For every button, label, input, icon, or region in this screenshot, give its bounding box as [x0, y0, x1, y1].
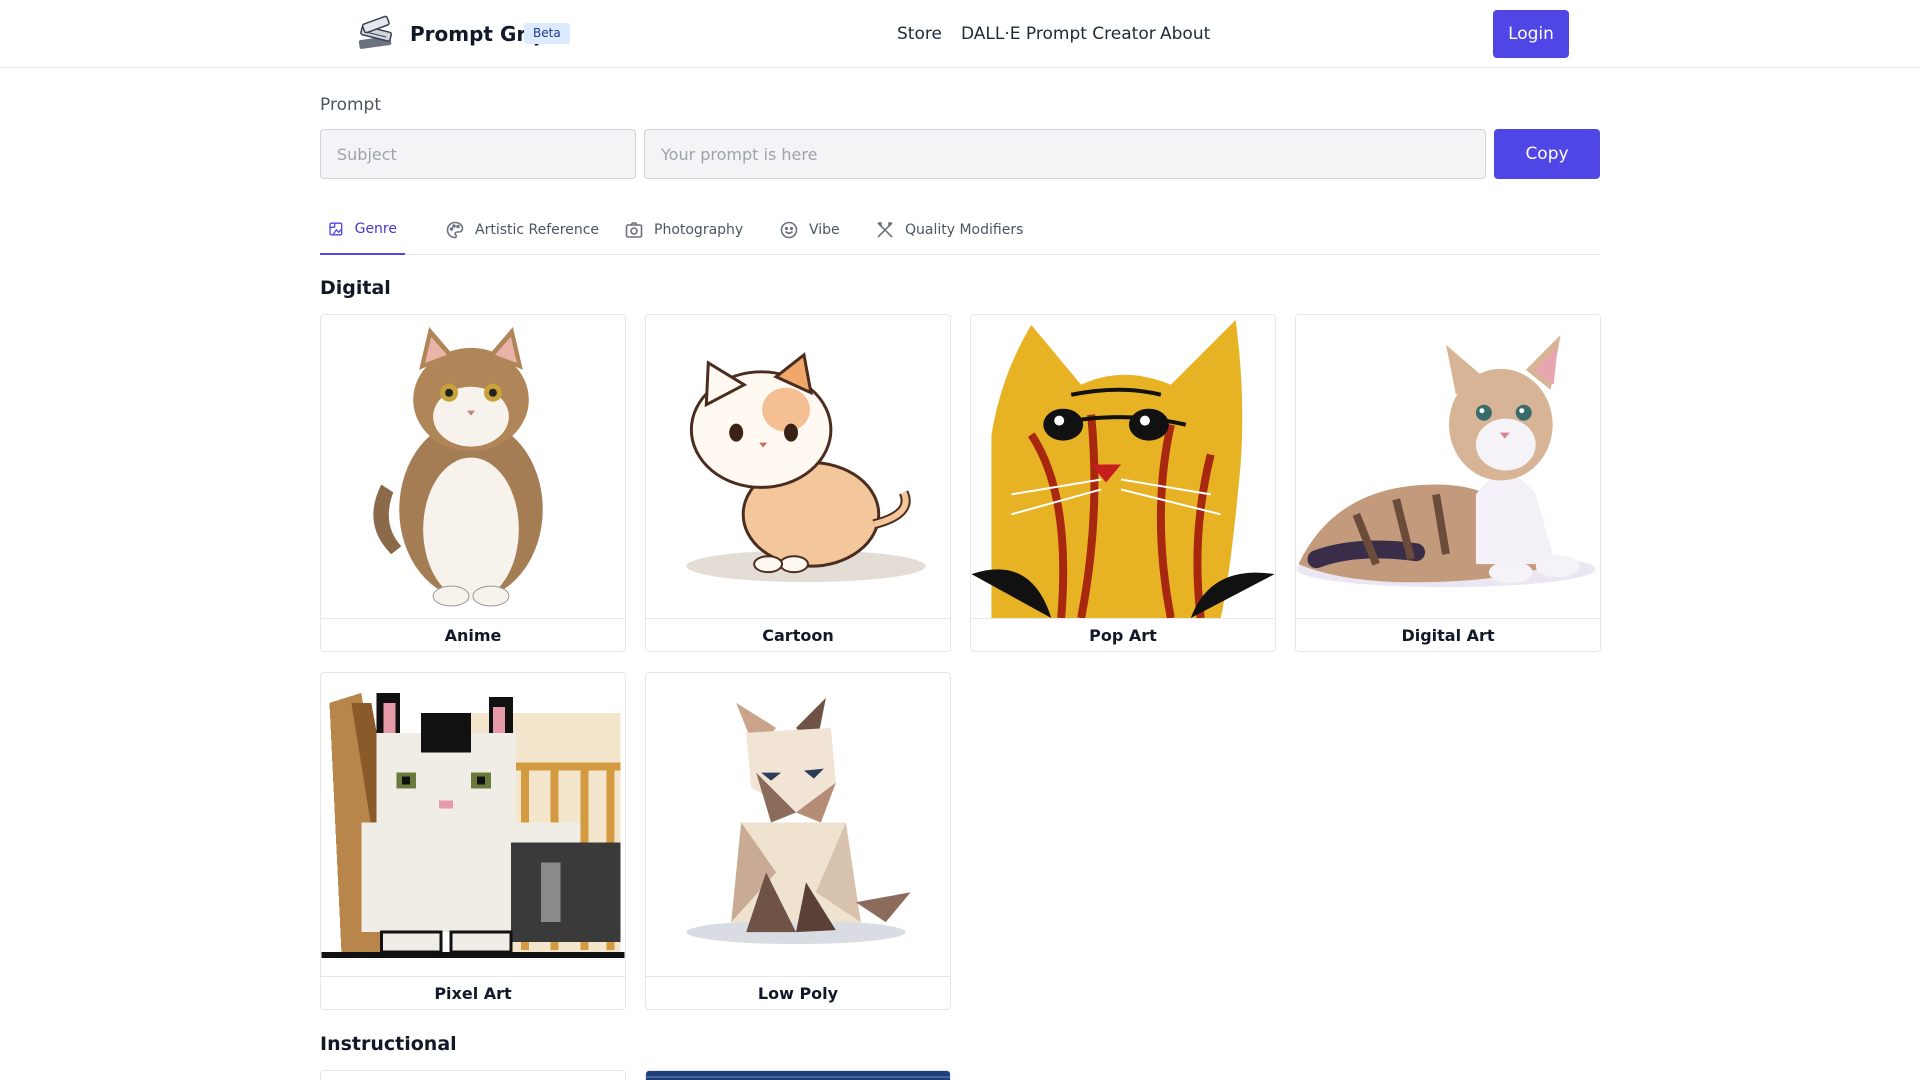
nav-link-dalle-prompt-creator[interactable]: DALL·E Prompt Creator — [961, 20, 1156, 48]
tools-icon — [877, 222, 893, 238]
tab-vibe[interactable]: Vibe — [771, 205, 848, 255]
tab-vibe-label: Vibe — [809, 222, 840, 238]
tab-quality-modifiers-label: Quality Modifiers — [905, 222, 1024, 238]
prompt-label: Prompt — [320, 95, 381, 115]
digital-art-cat-image — [1296, 315, 1600, 619]
genre-icon — [329, 222, 343, 236]
nav-link-about[interactable]: About — [1160, 20, 1210, 48]
prompt-output-input[interactable] — [644, 129, 1486, 179]
tab-artistic-reference-label: Artistic Reference — [475, 222, 600, 238]
pop-art-cat-image — [971, 315, 1275, 619]
style-card-pixel-art[interactable]: Pixel Art — [320, 672, 626, 1010]
style-card-pop-art[interactable]: Pop Art — [970, 314, 1276, 652]
style-card-label: Cartoon — [762, 626, 834, 645]
beta-badge: Beta — [524, 23, 570, 44]
section-title-instructional: Instructional — [320, 1033, 457, 1055]
blueprint-image — [646, 1071, 950, 1080]
style-card-low-poly[interactable]: Low Poly — [645, 672, 951, 1010]
book-stack-logo-icon[interactable] — [354, 14, 398, 54]
top-navbar: Prompt Grip Beta Store DALL·E Prompt Cre… — [0, 0, 1920, 68]
tab-photography[interactable]: Photography — [616, 205, 751, 255]
style-card-label: Anime — [444, 626, 502, 645]
smile-icon — [780, 221, 798, 239]
camera-icon — [625, 222, 643, 238]
palette-icon — [446, 221, 464, 239]
login-button[interactable]: Login — [1493, 10, 1569, 58]
category-tabs: Genre Artistic Reference Photography Vib… — [320, 205, 1600, 255]
anime-cat-image — [321, 315, 625, 619]
style-card-partial[interactable] — [320, 1070, 626, 1080]
style-card-label: Digital Art — [1401, 626, 1495, 645]
low-poly-cat-image — [646, 673, 950, 977]
style-card-label: Low Poly — [757, 984, 839, 1003]
tab-quality-modifiers[interactable]: Quality Modifiers — [867, 205, 1031, 255]
style-card-cartoon[interactable]: Cartoon — [645, 314, 951, 652]
pixel-art-cat-image — [321, 673, 625, 977]
tab-artistic-reference[interactable]: Artistic Reference — [437, 205, 607, 255]
style-card-anime[interactable]: Anime — [320, 314, 626, 652]
style-card-label: Pixel Art — [434, 984, 512, 1003]
cartoon-cat-image — [646, 315, 950, 619]
style-card-label: Pop Art — [1089, 626, 1157, 645]
style-card-digital-art[interactable]: Digital Art — [1295, 314, 1601, 652]
nav-link-store[interactable]: Store — [897, 20, 942, 48]
subject-input[interactable] — [320, 129, 636, 179]
tab-photography-label: Photography — [654, 222, 744, 238]
style-card-partial[interactable] — [645, 1070, 951, 1080]
section-title-digital: Digital — [320, 277, 391, 299]
tab-genre-label: Genre — [354, 221, 397, 237]
copy-button[interactable]: Copy — [1494, 129, 1600, 179]
tab-genre[interactable]: Genre — [320, 205, 405, 255]
